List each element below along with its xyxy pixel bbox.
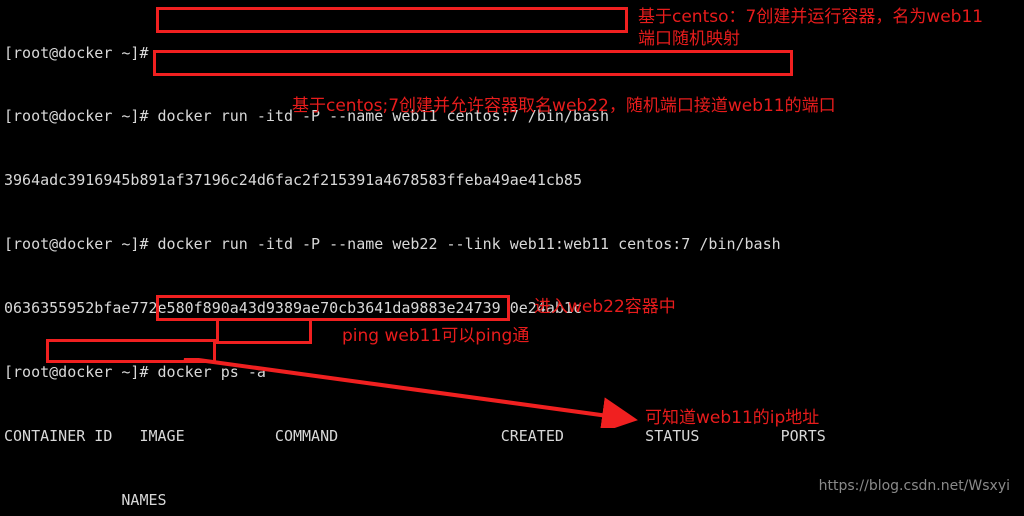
terminal-output[interactable]: [root@docker ~]# [root@docker ~]# docker…: [0, 0, 1024, 516]
terminal-line: [root@docker ~]#: [4, 43, 149, 62]
annotation-exec-web22: 进入web22容器中: [534, 297, 676, 317]
table-header-row: CONTAINER ID IMAGE COMMAND CREATED STATU…: [4, 426, 826, 445]
terminal-line-docker-run-web22: [root@docker ~]# docker run -itd -P --na…: [4, 235, 781, 254]
terminal-line-container-id-web22: 0636355952bfae772e580f890a43d9389ae70cb3…: [4, 299, 582, 318]
annotation-ip-known: 可知道web11的ip地址: [645, 408, 820, 428]
annotation-run-web11-line1: 基于centso：7创建并运行容器，名为web11: [638, 7, 984, 27]
annotation-ping-ok: ping web11可以ping通: [342, 326, 530, 346]
annotation-run-web11-line2: 端口随机映射: [638, 29, 740, 49]
terminal-screenshot: [root@docker ~]# [root@docker ~]# docker…: [0, 0, 1024, 516]
terminal-line-docker-ps: [root@docker ~]# docker ps -a: [4, 363, 266, 382]
annotation-run-web22: 基于centos;7创建并允许容器取名web22，随机端口接道web11的端口: [292, 96, 836, 116]
terminal-line-container-id-web11: 3964adc3916945b891af37196c24d6fac2f21539…: [4, 171, 582, 190]
watermark-text: https://blog.csdn.net/Wsxyi: [818, 478, 1010, 494]
